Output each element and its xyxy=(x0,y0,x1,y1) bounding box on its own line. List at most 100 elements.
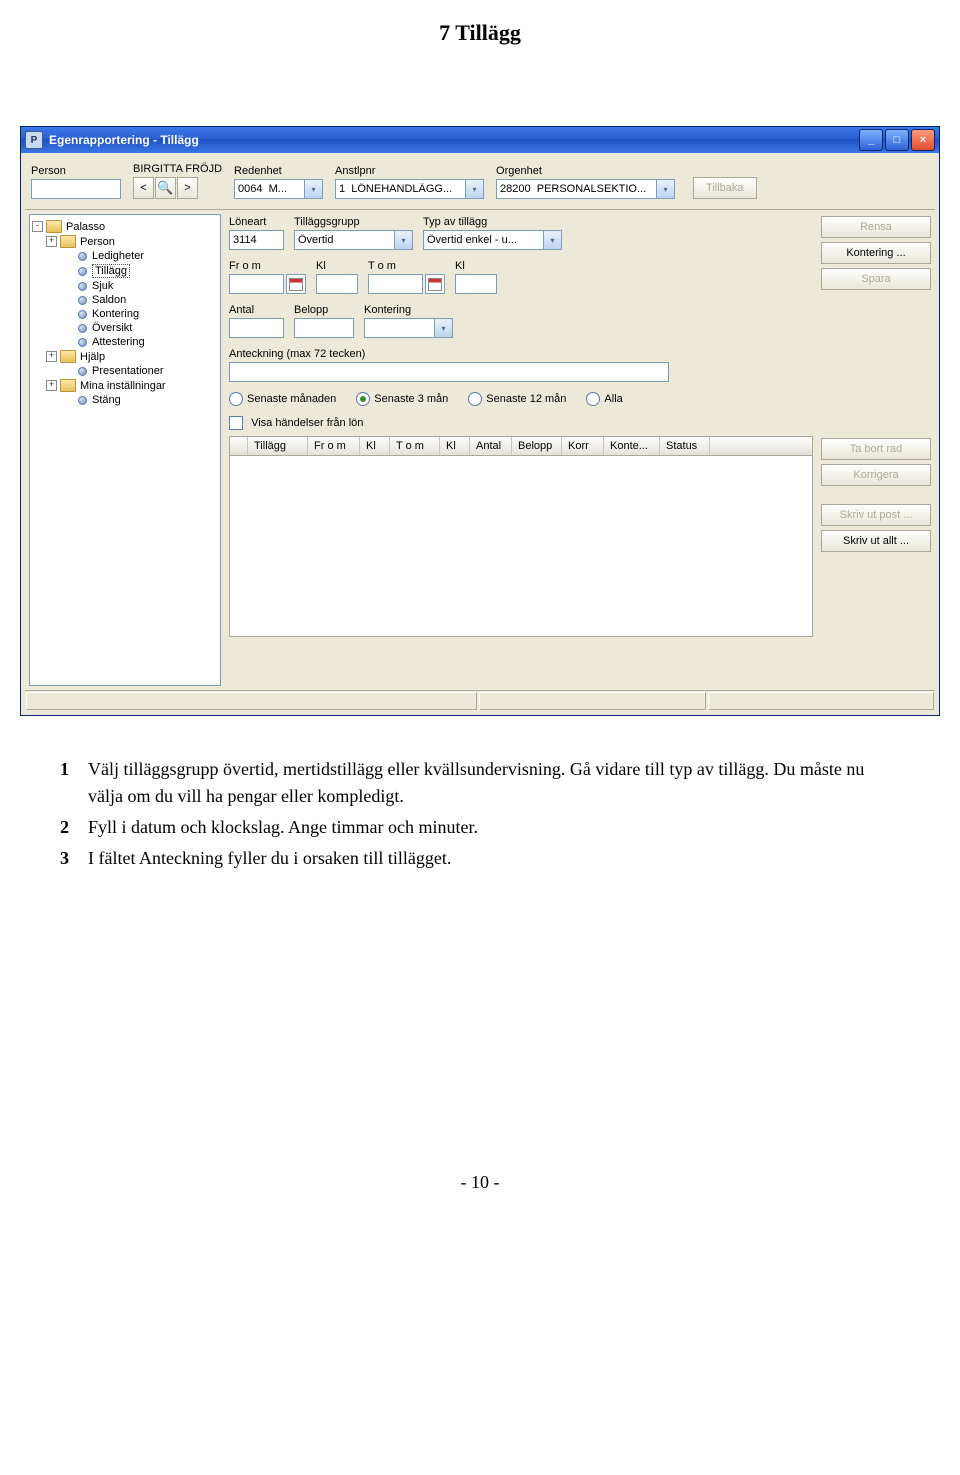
skriv-ut-allt-button[interactable]: Skriv ut allt ... xyxy=(821,530,931,552)
belopp-input[interactable] xyxy=(294,318,354,338)
anstlpnr-dropdown-button[interactable]: ▾ xyxy=(465,179,484,199)
tree-item-person[interactable]: +Person xyxy=(32,234,218,249)
app-window: P Egenrapportering - Tillägg _ □ × Perso… xyxy=(20,126,940,716)
minimize-button[interactable]: _ xyxy=(859,129,883,151)
folder-icon xyxy=(46,220,62,233)
grid-header-korr[interactable]: Korr xyxy=(562,437,604,455)
expand-icon[interactable]: + xyxy=(46,351,57,362)
tree-item-översikt[interactable]: Översikt xyxy=(32,321,218,335)
from-date-input[interactable] xyxy=(229,274,284,294)
kl2-input[interactable] xyxy=(455,274,497,294)
antal-input[interactable] xyxy=(229,318,284,338)
tree-item-saldon[interactable]: Saldon xyxy=(32,293,218,307)
grid-header-fr-o-m[interactable]: Fr o m xyxy=(308,437,360,455)
tree-spacer xyxy=(60,367,72,376)
skriv-ut-post-button[interactable]: Skriv ut post ... xyxy=(821,504,931,526)
expand-icon[interactable]: + xyxy=(46,380,57,391)
radio-senaste-manaden[interactable]: Senaste månaden xyxy=(229,392,336,406)
section-heading: 7 Tillägg xyxy=(60,20,900,46)
app-icon: P xyxy=(25,131,43,149)
redenhet-dropdown-button[interactable]: ▾ xyxy=(304,179,323,199)
tom-calendar-button[interactable] xyxy=(425,274,445,294)
tom-date-input[interactable] xyxy=(368,274,423,294)
redenhet-input[interactable] xyxy=(234,179,304,199)
close-button[interactable]: × xyxy=(911,129,935,151)
kontering-button[interactable]: Kontering ... xyxy=(821,242,931,264)
anteckning-input[interactable] xyxy=(229,362,669,382)
prev-button[interactable]: < xyxy=(133,177,154,199)
radio-senaste-3-man[interactable]: Senaste 3 mån xyxy=(356,392,448,406)
grid-header-konte-[interactable]: Konte... xyxy=(604,437,660,455)
chevron-down-icon: ▾ xyxy=(473,185,477,194)
button-label: Skriv ut post ... xyxy=(840,509,913,521)
search-button[interactable]: 🔍 xyxy=(155,177,176,199)
radio-alla[interactable]: Alla xyxy=(586,392,622,406)
grid-header-kl[interactable]: Kl xyxy=(440,437,470,455)
tree-item-ledigheter[interactable]: Ledigheter xyxy=(32,249,218,263)
tree-item-sjuk[interactable]: Sjuk xyxy=(32,279,218,293)
collapse-icon[interactable]: - xyxy=(32,221,43,232)
tree-label: Sjuk xyxy=(92,280,113,292)
ta-bort-rad-button[interactable]: Ta bort rad xyxy=(821,438,931,460)
typ-dropdown-button[interactable]: ▾ xyxy=(543,230,562,250)
instruction-row: 1Välj tilläggsgrupp övertid, mertidstill… xyxy=(60,756,900,810)
rensa-button[interactable]: Rensa xyxy=(821,216,931,238)
page-number: - 10 - xyxy=(60,1172,900,1193)
tree-item-stäng[interactable]: Stäng xyxy=(32,393,218,407)
loneart-input[interactable] xyxy=(229,230,284,250)
anstlpnr-input[interactable] xyxy=(335,179,465,199)
tree-item-palasso[interactable]: - Palasso xyxy=(32,219,218,234)
grid-header-status[interactable]: Status xyxy=(660,437,710,455)
back-button[interactable]: Tillbaka xyxy=(693,177,757,199)
data-grid[interactable]: TilläggFr o mKlT o mKlAntalBeloppKorrKon… xyxy=(229,436,813,637)
grid-header-belopp[interactable]: Belopp xyxy=(512,437,562,455)
tree-label: Stäng xyxy=(92,394,121,406)
expand-icon[interactable]: + xyxy=(46,236,57,247)
grid-header-till-gg[interactable]: Tillägg xyxy=(248,437,308,455)
kontering-dropdown-button[interactable]: ▾ xyxy=(434,318,453,338)
instruction-number: 2 xyxy=(60,814,88,841)
tree-label: Presentationer xyxy=(92,365,164,377)
tillaggsgrupp-dropdown-button[interactable]: ▾ xyxy=(394,230,413,250)
next-button[interactable]: > xyxy=(177,177,198,199)
orgenhet-dropdown-button[interactable]: ▾ xyxy=(656,179,675,199)
maximize-button[interactable]: □ xyxy=(885,129,909,151)
chevron-down-icon: ▾ xyxy=(664,185,668,194)
button-label: Spara xyxy=(861,273,890,285)
tree-item-kontering[interactable]: Kontering xyxy=(32,307,218,321)
checkbox-icon xyxy=(229,416,243,430)
nav-tree[interactable]: - Palasso+PersonLedigheterTilläggSjukSald… xyxy=(29,214,221,686)
kontering-input[interactable] xyxy=(364,318,434,338)
grid-header-t-o-m[interactable]: T o m xyxy=(390,437,440,455)
visa-handelser-checkbox[interactable]: Visa händelser från lön xyxy=(229,417,363,429)
tree-spacer xyxy=(60,324,72,333)
instruction-number: 3 xyxy=(60,845,88,872)
typ-input[interactable] xyxy=(423,230,543,250)
instruction-text: Fyll i datum och klockslag. Ange timmar … xyxy=(88,814,900,841)
kl1-input[interactable] xyxy=(316,274,358,294)
header-toolbar: Person BIRGITTA FRÖJD < 🔍 > Redenhet xyxy=(25,157,935,209)
korrigera-button[interactable]: Korrigera xyxy=(821,464,931,486)
tree-label: Palasso xyxy=(66,221,105,233)
tree-item-attestering[interactable]: Attestering xyxy=(32,335,218,349)
instruction-text: I fältet Anteckning fyller du i orsaken … xyxy=(88,845,900,872)
tree-item-hjälp[interactable]: +Hjälp xyxy=(32,349,218,364)
spara-button[interactable]: Spara xyxy=(821,268,931,290)
tree-spacer xyxy=(60,338,72,347)
from-calendar-button[interactable] xyxy=(286,274,306,294)
tree-item-mina-inställningar[interactable]: +Mina inställningar xyxy=(32,378,218,393)
folder-icon xyxy=(60,235,76,248)
tillaggsgrupp-input[interactable] xyxy=(294,230,394,250)
orgenhet-input[interactable] xyxy=(496,179,656,199)
person-input[interactable] xyxy=(31,179,121,199)
radio-senaste-12-man[interactable]: Senaste 12 mån xyxy=(468,392,566,406)
tillaggsgrupp-label: Tilläggsgrupp xyxy=(294,216,413,228)
grid-header-kl[interactable]: Kl xyxy=(360,437,390,455)
redenhet-label: Redenhet xyxy=(234,165,323,177)
grid-header-antal[interactable]: Antal xyxy=(470,437,512,455)
status-bar xyxy=(25,690,935,711)
tree-item-presentationer[interactable]: Presentationer xyxy=(32,364,218,378)
tree-item-tillägg[interactable]: Tillägg xyxy=(32,263,218,279)
radio-icon xyxy=(356,392,370,406)
button-label: Kontering ... xyxy=(846,247,905,259)
